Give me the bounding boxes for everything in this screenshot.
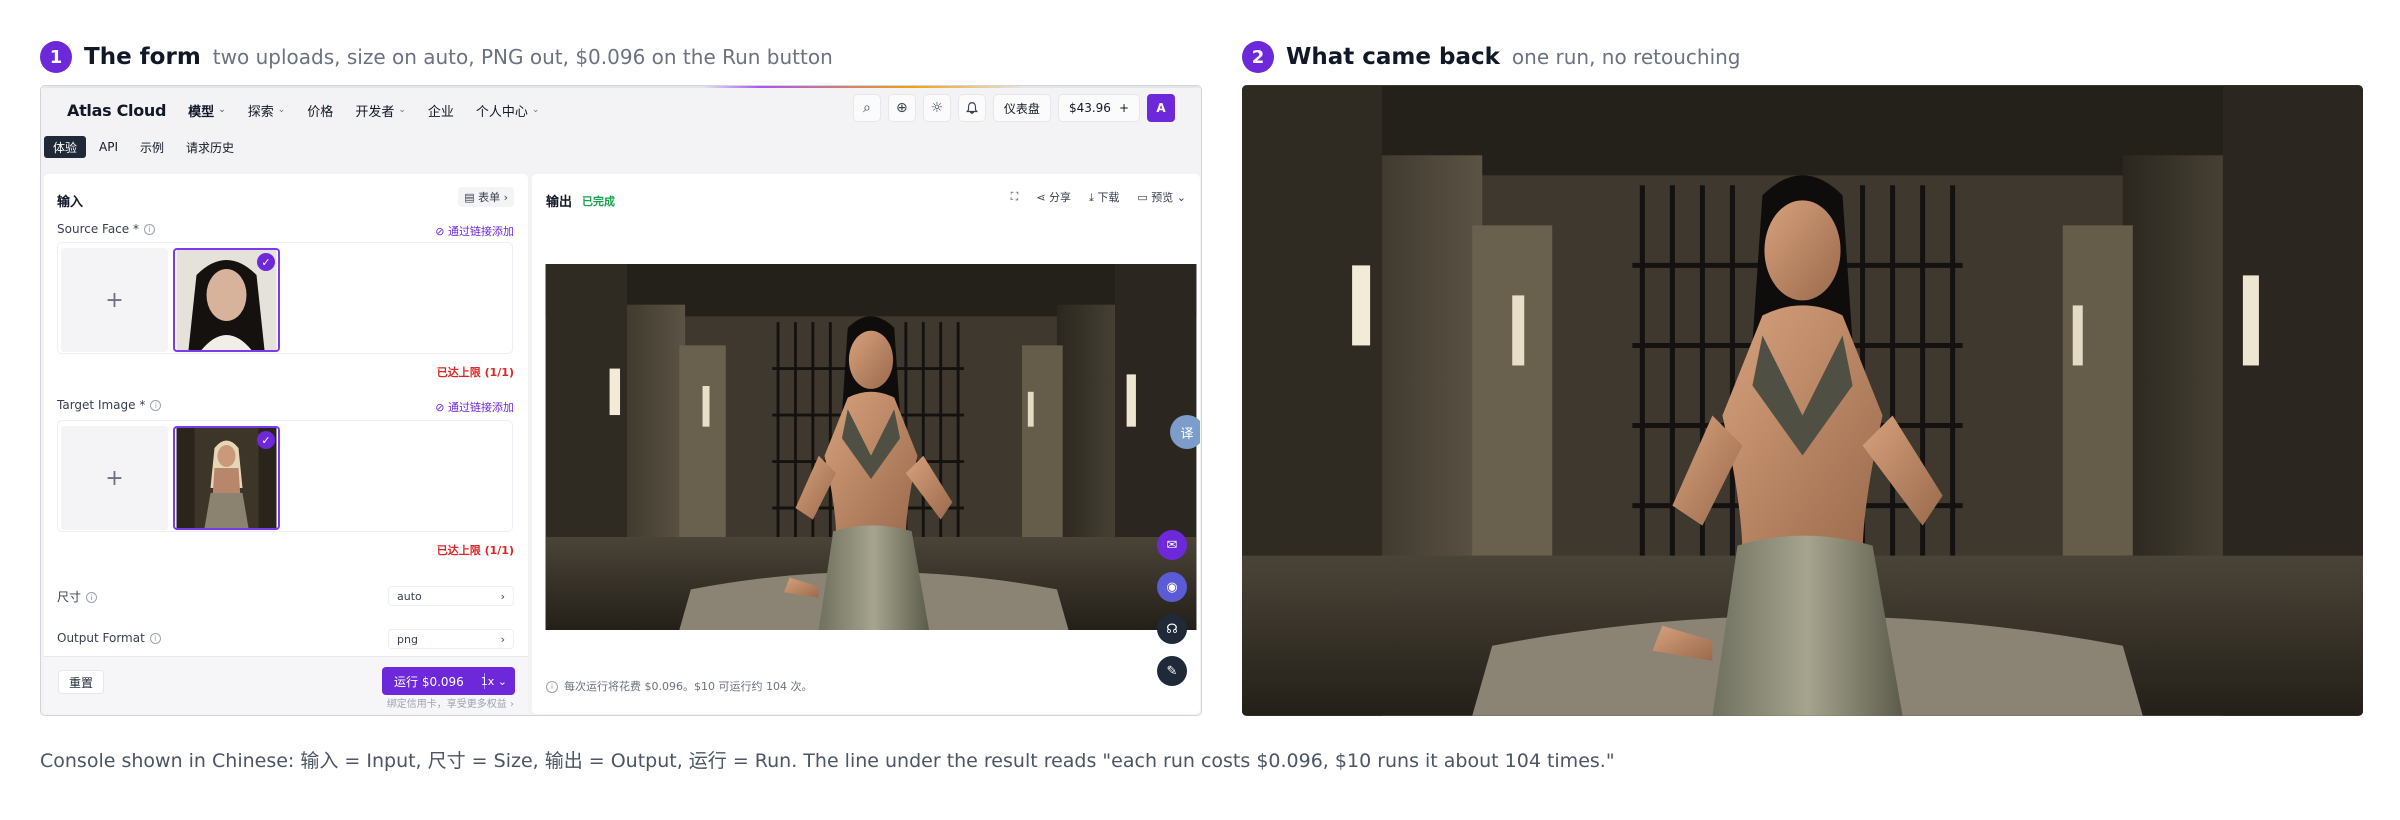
search-icon[interactable]: ⌕ xyxy=(852,94,881,122)
nav-developers[interactable]: 开发者 ⌄ xyxy=(355,101,406,120)
source-face-add-link[interactable]: ⊘ 通过链接添加 xyxy=(435,223,514,239)
source-face-label: Source Face * i xyxy=(57,222,155,236)
nav-models[interactable]: 模型 ⌄ xyxy=(188,101,226,120)
source-face-thumbnail[interactable]: ✓ xyxy=(173,248,280,352)
input-action-bar: 重置 运行 $0.096 1x ⌄ 绑定信用卡，享受更多权益 › xyxy=(44,656,528,714)
chat-icon[interactable]: ✉ xyxy=(1157,530,1187,560)
section-1-title: The form xyxy=(84,44,201,70)
info-icon: i xyxy=(143,224,155,235)
atlas-cloud-logo[interactable]: Atlas Cloud xyxy=(67,101,166,120)
plus-icon: + xyxy=(1118,101,1129,115)
avatar[interactable]: A xyxy=(1147,94,1175,122)
output-format-select[interactable]: png › xyxy=(388,629,514,649)
output-format-label: Output Format i xyxy=(57,631,161,645)
preview-button[interactable]: ▭ 预览 ⌄ xyxy=(1131,186,1192,208)
input-card: 输入 ▤ 表单 › Source Face * i ⊘ 通过链接添加 + ✓ 已达… xyxy=(44,174,528,714)
source-face-upload: + ✓ xyxy=(57,242,513,354)
info-icon: i xyxy=(86,592,98,603)
size-label: 尺寸 i xyxy=(57,588,98,605)
dashboard-button[interactable]: 仪表盘 xyxy=(992,94,1051,122)
nav-explore[interactable]: 探索 ⌄ xyxy=(248,101,286,120)
chevron-down-icon: ⌄ xyxy=(531,105,540,115)
output-toolbar: ⛶ ⋖ 分享 ⤓ 下载 ▭ 预览 ⌄ xyxy=(1005,186,1192,208)
section-2-title: What came back xyxy=(1286,44,1500,70)
tab-examples[interactable]: 示例 xyxy=(131,136,173,158)
target-image-upload: + ✓ xyxy=(57,420,513,532)
tab-api[interactable]: API xyxy=(90,136,127,158)
chevron-down-icon: ⌄ xyxy=(218,105,226,115)
balance-button[interactable]: $43.96 + xyxy=(1057,94,1140,122)
output-image[interactable] xyxy=(545,264,1197,630)
top-navbar: Atlas Cloud 模型 ⌄ 探索 ⌄ 价格 开发者 ⌄ 企业 个人中心 ⌄ ⌕ ⊕… xyxy=(41,88,1201,132)
output-card: 输出 已完成 ⛶ ⋖ 分享 ⤓ 下载 ▭ 预览 ⌄ 译 ✉ ◉ ☊ ✎ i 每次运… xyxy=(532,174,1200,714)
chevron-down-icon: ⌄ xyxy=(277,105,286,115)
tab-playground[interactable]: 体验 xyxy=(44,136,87,158)
nav-account[interactable]: 个人中心 ⌄ xyxy=(476,101,540,120)
run-button[interactable]: 运行 $0.096 1x ⌄ xyxy=(382,667,515,695)
source-face-add-button[interactable]: + xyxy=(61,248,168,352)
bind-card-link[interactable]: 绑定信用卡，享受更多权益 › xyxy=(387,695,514,710)
run-multiplier-dropdown[interactable]: 1x ⌄ xyxy=(481,667,507,695)
cost-note: i 每次运行将花费 $0.096。$10 可运行约 104 次。 xyxy=(546,678,812,694)
info-icon: i xyxy=(546,681,558,693)
status-badge: 已完成 xyxy=(582,195,615,208)
bell-icon[interactable] xyxy=(957,94,986,122)
section-1-subtitle: two uploads, size on auto, PNG out, $0.0… xyxy=(212,45,833,69)
reset-button[interactable]: 重置 xyxy=(58,670,105,694)
console-screenshot: Atlas Cloud 模型 ⌄ 探索 ⌄ 价格 开发者 ⌄ 企业 个人中心 ⌄ ⌕ ⊕… xyxy=(40,85,1202,716)
mode-tabs: 体验 API 示例 请求历史 xyxy=(44,136,243,158)
share-button[interactable]: ⋖ 分享 xyxy=(1030,186,1077,208)
target-image-add-link[interactable]: ⊘ 通过链接添加 xyxy=(435,399,514,415)
target-image-thumbnail[interactable]: ✓ xyxy=(173,426,280,530)
chevron-right-icon: › xyxy=(500,632,505,646)
step-badge-1: 1 xyxy=(40,41,72,73)
check-icon: ✓ xyxy=(257,253,275,271)
info-icon: i xyxy=(149,633,161,644)
result-image xyxy=(1242,85,2363,716)
nav-enterprise[interactable]: 企业 xyxy=(428,101,454,120)
target-image-limit: 已达上限 (1/1) xyxy=(436,544,514,557)
theme-toggle-icon[interactable]: ☼ xyxy=(922,94,951,122)
step-badge-2: 2 xyxy=(1242,41,1274,73)
chevron-down-icon: ⌄ xyxy=(398,105,406,115)
headset-icon[interactable]: ☊ xyxy=(1157,614,1187,644)
tab-request-history[interactable]: 请求历史 xyxy=(177,136,243,158)
globe-icon[interactable]: ⊕ xyxy=(887,94,916,122)
output-title: 输出 xyxy=(546,195,573,210)
target-image-label: Target Image * i xyxy=(57,398,162,412)
discord-icon[interactable]: ◉ xyxy=(1157,572,1187,602)
source-face-limit: 已达上限 (1/1) xyxy=(436,366,514,379)
input-title: 输入 xyxy=(57,195,84,210)
section-2-heading: 2 What came back one run, no retouching xyxy=(1242,40,1741,74)
section-2-subtitle: one run, no retouching xyxy=(1511,45,1741,69)
chevron-right-icon: › xyxy=(500,589,505,603)
fullscreen-button[interactable]: ⛶ xyxy=(1005,186,1025,208)
edit-icon[interactable]: ✎ xyxy=(1157,656,1187,686)
nav-pricing[interactable]: 价格 xyxy=(307,101,333,120)
check-icon: ✓ xyxy=(257,431,275,449)
info-icon: i xyxy=(150,400,162,411)
section-1-heading: 1 The form two uploads, size on auto, PN… xyxy=(40,40,833,74)
size-select[interactable]: auto › xyxy=(388,586,514,606)
navbar-actions: ⌕ ⊕ ☼ 仪表盘 $43.96 + A xyxy=(852,94,1175,122)
download-button[interactable]: ⤓ 下载 xyxy=(1083,186,1125,208)
caption: Console shown in Chinese: 输入 = Input, 尺寸… xyxy=(40,750,1615,772)
translate-icon[interactable]: 译 xyxy=(1170,415,1200,449)
target-image-add-button[interactable]: + xyxy=(61,426,168,530)
form-view-button[interactable]: ▤ 表单 › xyxy=(458,187,514,207)
